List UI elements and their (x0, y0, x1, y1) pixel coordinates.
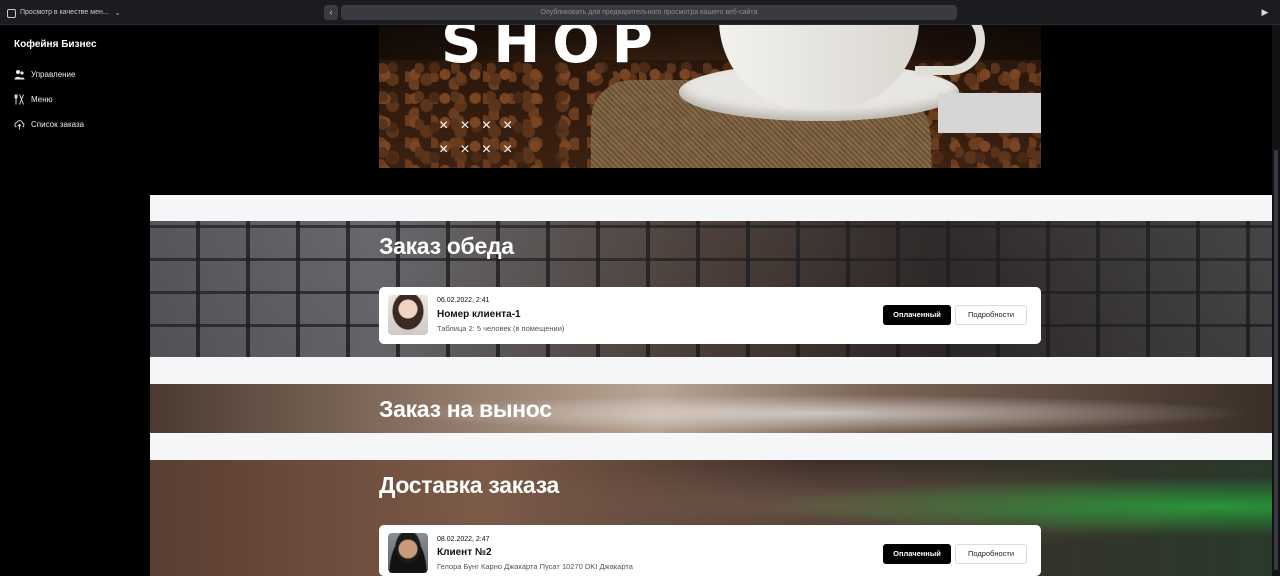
section-spacer (150, 433, 1272, 460)
hero-banner: SHOP ×××× ×××× (379, 25, 1041, 168)
order-timestamp: 08.02.2022, 2:47 (437, 536, 490, 543)
lunch-section: Заказ обеда 06.02.2022, 2:41 Номер клиен… (150, 221, 1272, 357)
hero-crosses: ×××× ×××× (439, 114, 539, 162)
sidebar-item-order-list[interactable]: Список заказа (14, 117, 84, 131)
order-timestamp: 06.02.2022, 2:41 (437, 297, 490, 304)
preview-as-dropdown[interactable]: Просмотр в качестве мен... ⌄ (6, 5, 121, 20)
paid-status-button[interactable]: Оплаченный (883, 305, 951, 325)
url-bar-text: Опубликовать для предварительного просмо… (540, 9, 758, 16)
main-content: SHOP ×××× ×××× Заказ обеда 06.02.2022, 2… (150, 25, 1272, 576)
avatar (388, 533, 428, 573)
device-icon (6, 8, 16, 18)
scrollbar-thumb[interactable] (1274, 150, 1278, 570)
order-card: 08.02.2022, 2:47 Клиент №2 Гелора Бунг К… (379, 525, 1041, 576)
top-bar: Просмотр в качестве мен... ⌄ ‹ Опубликов… (0, 0, 1280, 25)
section-spacer (150, 195, 1272, 221)
brand-title: Кофейня Бизнес (14, 39, 97, 50)
order-description: Таблица 2: 5 человек (в помещении) (437, 324, 565, 333)
play-icon[interactable]: ▶ (1259, 6, 1271, 19)
delivery-section-title: Доставка заказа (379, 472, 560, 498)
order-description: Гелора Бунг Карно Джакарта Пусат 10270 D… (437, 562, 633, 571)
paid-status-button[interactable]: Оплаченный (883, 544, 951, 564)
people-icon (14, 69, 25, 80)
preview-as-label: Просмотр в качестве мен... (20, 9, 109, 16)
hero-crosses-row: ×××× (439, 141, 525, 158)
url-bar[interactable]: Опубликовать для предварительного просмо… (341, 5, 957, 20)
sidebar-item-label: Список заказа (31, 119, 85, 129)
lunch-section-title: Заказ обеда (379, 233, 514, 259)
hero-word: SHOP (441, 25, 665, 76)
sidebar-item-menu[interactable]: Меню (14, 92, 53, 106)
order-customer-name: Клиент №2 (437, 547, 492, 558)
cloud-upload-icon (14, 119, 25, 130)
delivery-section: Доставка заказа 08.02.2022, 2:47 Клиент … (150, 460, 1272, 576)
sidebar-item-label: Управление (31, 69, 76, 79)
takeaway-section: Заказ на вынос (150, 384, 1272, 433)
back-button[interactable]: ‹ (324, 5, 338, 20)
hero-crosses-row: ×××× (439, 117, 525, 134)
takeaway-section-title: Заказ на вынос (379, 396, 552, 422)
chevron-down-icon: ⌄ (114, 9, 121, 17)
avatar (388, 295, 428, 335)
utensils-icon (14, 93, 25, 105)
sidebar-item-label: Меню (31, 94, 53, 104)
sidebar: Кофейня Бизнес Управление Меню Список за… (0, 25, 150, 576)
section-spacer (150, 357, 1272, 384)
hero-placeholder-box (938, 93, 1041, 133)
order-card: 06.02.2022, 2:41 Номер клиента-1 Таблица… (379, 287, 1041, 344)
details-button[interactable]: Подробности (955, 305, 1027, 325)
details-button[interactable]: Подробности (955, 544, 1027, 564)
sidebar-item-management[interactable]: Управление (14, 67, 75, 81)
order-customer-name: Номер клиента-1 (437, 309, 521, 320)
